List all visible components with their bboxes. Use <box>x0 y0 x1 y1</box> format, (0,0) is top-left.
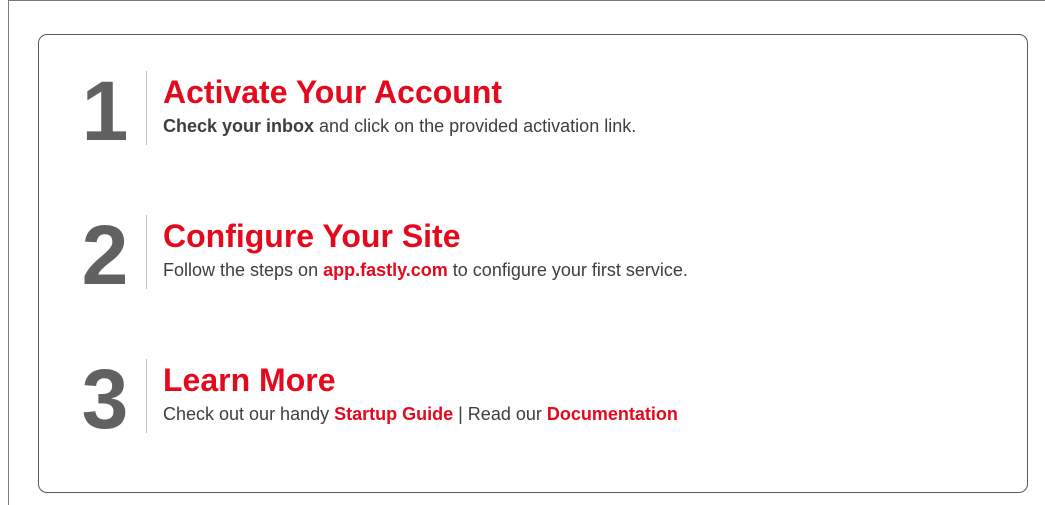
step-1: 1 Activate Your Account Check your inbox… <box>39 69 1027 153</box>
step-description-text: Follow the steps on <box>163 260 324 280</box>
step-description: Check your inbox and click on the provid… <box>163 115 636 137</box>
step-title: Activate Your Account <box>163 74 503 110</box>
step-number: 1 <box>81 64 129 158</box>
step-divider <box>146 359 147 433</box>
step-description-text: Check out our handy <box>163 404 335 424</box>
documentation-link[interactable]: Documentation <box>547 404 678 424</box>
step-description: Check out our handy Startup Guide | Read… <box>163 403 678 425</box>
step-divider <box>146 215 147 289</box>
startup-guide-link[interactable]: Startup Guide <box>334 404 453 424</box>
step-description-text: and click on the provided activation lin… <box>314 116 637 136</box>
step-2: 2 Configure Your Site Follow the steps o… <box>39 213 1027 297</box>
step-number: 3 <box>81 352 129 446</box>
step-title: Configure Your Site <box>163 218 461 254</box>
getting-started-card: 1 Activate Your Account Check your inbox… <box>38 34 1028 493</box>
step-3: 3 Learn More Check out our handy Startup… <box>39 357 1027 441</box>
link-separator: | Read our <box>453 404 547 424</box>
check-inbox-text: Check your inbox <box>163 116 315 136</box>
step-divider <box>146 71 147 145</box>
step-description-text: to configure your first service. <box>447 260 688 280</box>
step-number: 2 <box>81 208 129 302</box>
app-fastly-link[interactable]: app.fastly.com <box>323 260 448 280</box>
step-description: Follow the steps on app.fastly.com to co… <box>163 259 688 281</box>
step-title: Learn More <box>163 362 336 398</box>
